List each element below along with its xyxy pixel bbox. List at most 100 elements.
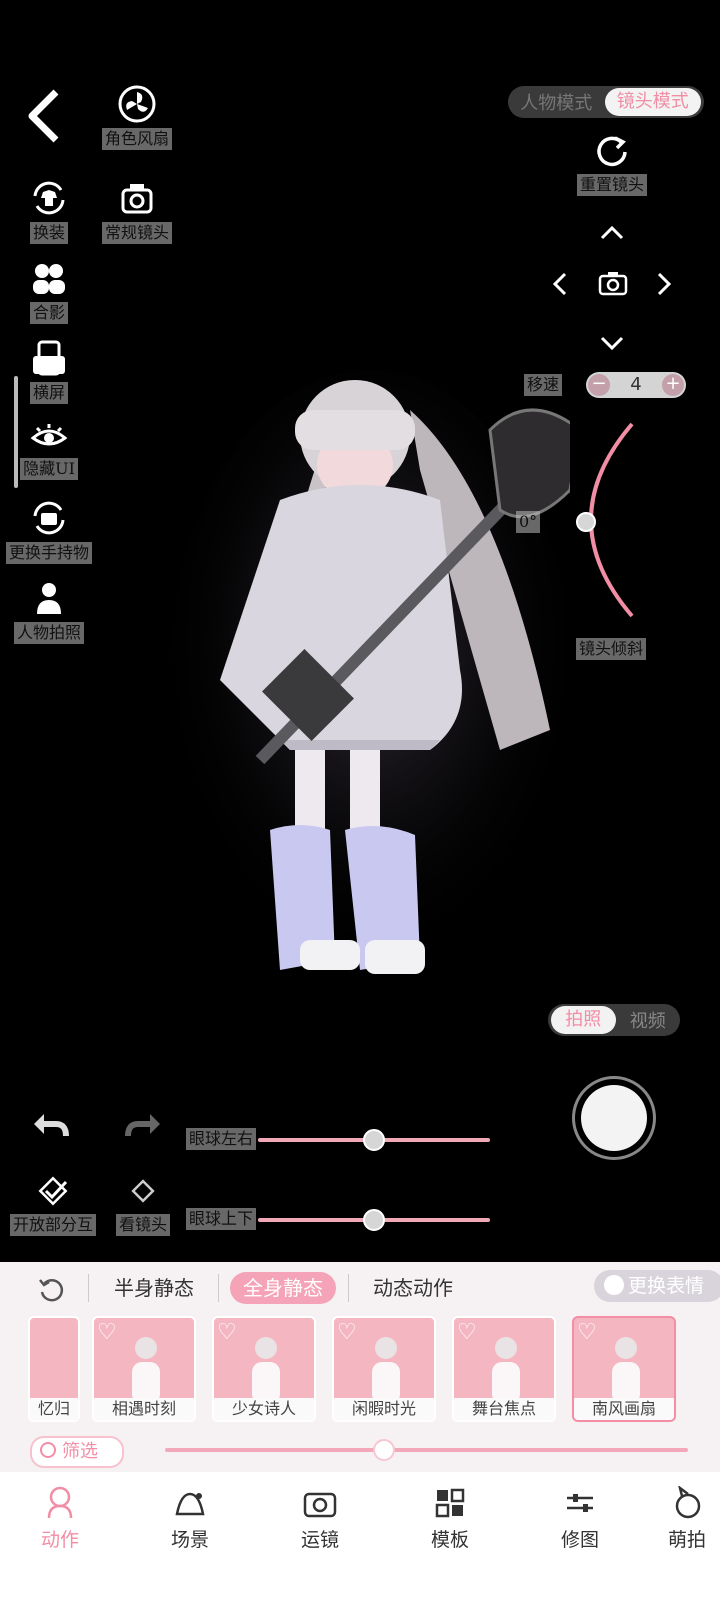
change-expression-label: 更换表情 (628, 1275, 705, 1297)
mode-camera-option[interactable]: 镜头模式 (604, 88, 701, 116)
pose-thumbnail (132, 1337, 160, 1404)
speed-increase-button[interactable]: + (662, 374, 684, 396)
chevron-left-icon (552, 272, 567, 296)
group-photo-icon (4, 258, 94, 298)
nav-template-label: 模板 (430, 1529, 469, 1551)
heart-icon[interactable]: ♡ (577, 1320, 597, 1345)
chevron-down-icon (600, 336, 624, 351)
filter-button[interactable]: 筛选 (30, 1436, 124, 1468)
group-photo-button[interactable]: 合影 (4, 258, 94, 324)
tilt-knob[interactable] (576, 512, 596, 532)
pose-list-scroll-knob[interactable] (373, 1439, 395, 1461)
nav-scene[interactable]: 场景 (150, 1486, 230, 1552)
camera-small-icon (598, 272, 628, 296)
landscape-label: 横屏 (29, 382, 68, 404)
outfit-label: 换装 (29, 222, 68, 244)
capture-mode-switch[interactable]: 拍照 视频 (548, 1004, 680, 1036)
undo-icon (34, 1114, 69, 1137)
look-camera-label: 看镜头 (115, 1214, 170, 1236)
undo-button[interactable] (30, 1110, 70, 1146)
normal-camera-label: 常规镜头 (101, 222, 172, 244)
nav-adjust[interactable]: 修图 (540, 1486, 620, 1552)
person-photo-label: 人物拍照 (13, 622, 84, 644)
tilt-value: 0° (516, 511, 541, 533)
eye-lr-label: 眼球左右 (186, 1128, 257, 1150)
pose-thumbnail (372, 1337, 400, 1404)
normal-camera-button[interactable]: 常规镜头 (92, 178, 182, 244)
open-interact-toggle[interactable]: 开放部分互 (8, 1176, 98, 1236)
pose-icon (47, 1486, 73, 1519)
change-expression-button[interactable]: 更换表情 (594, 1270, 720, 1302)
eye-lr-knob[interactable] (363, 1129, 385, 1151)
nav-camera-move[interactable]: 运镜 (280, 1486, 360, 1552)
camera-down-button[interactable] (600, 330, 624, 360)
hide-ui-label: 隐藏UI (20, 458, 78, 480)
pose-card[interactable]: ♡ 少女诗人 (212, 1316, 316, 1422)
mode-character-option[interactable]: 人物模式 (508, 89, 605, 115)
pose-tabs: 半身静态 全身静态 动态动作 更换表情 (0, 1262, 720, 1314)
pose-card[interactable]: ♡ 闲暇时光 (332, 1316, 436, 1422)
nav-adjust-label: 修图 (560, 1529, 599, 1551)
back-button[interactable] (22, 88, 72, 144)
template-icon (435, 1488, 465, 1518)
check-diamond-icon (8, 1176, 98, 1210)
pose-card-name: 舞台焦点 (454, 1398, 554, 1420)
chevron-right-icon (657, 272, 672, 296)
nav-cute[interactable]: 萌拍 (668, 1486, 720, 1552)
pose-card[interactable]: 忆归 (28, 1316, 80, 1422)
video-option[interactable]: 视频 (616, 1007, 681, 1033)
outfit-button[interactable]: 换装 (4, 178, 94, 244)
camera-center-button[interactable] (598, 270, 628, 300)
camera-icon (92, 178, 182, 218)
tab-dynamic[interactable]: 动态动作 (358, 1272, 468, 1304)
pose-card[interactable]: ♡ 舞台焦点 (452, 1316, 556, 1422)
adjust-icon (567, 1494, 593, 1512)
diamond-icon (98, 1176, 188, 1210)
nav-template[interactable]: 模板 (410, 1486, 490, 1552)
camera-left-button[interactable] (550, 272, 568, 303)
heart-icon[interactable]: ♡ (217, 1320, 237, 1345)
character-fan-label: 角色风扇 (101, 128, 172, 150)
speed-stepper[interactable]: − 4 + (586, 372, 686, 398)
scene-icon (175, 1492, 205, 1516)
pose-thumbnail (612, 1337, 640, 1404)
heart-icon[interactable]: ♡ (457, 1320, 477, 1345)
redo-button[interactable] (124, 1110, 164, 1146)
nav-pose[interactable]: 动作 (20, 1486, 100, 1552)
tab-full-body[interactable]: 全身静态 (230, 1272, 336, 1304)
outfit-swap-icon (4, 178, 94, 218)
pose-card-name: 闲暇时光 (334, 1398, 434, 1420)
character-model[interactable] (170, 370, 582, 1010)
pose-card[interactable]: ♡ 相遇时刻 (92, 1316, 196, 1422)
rotate-screen-icon (4, 338, 94, 378)
nav-camera-move-label: 运镜 (300, 1529, 339, 1551)
filter-label: 筛选 (62, 1441, 98, 1462)
camera-right-button[interactable] (656, 272, 674, 303)
bottom-nav: 动作 场景 运镜 模板 修图 萌拍 (0, 1472, 720, 1600)
camera-up-button[interactable] (600, 218, 624, 248)
look-camera-toggle[interactable]: 看镜头 (98, 1176, 188, 1236)
reset-camera-button[interactable]: 重置镜头 (568, 132, 656, 196)
reset-icon (568, 132, 656, 170)
search-icon (40, 1442, 56, 1458)
pose-card-selected[interactable]: ♡ 南风画扇 (572, 1316, 676, 1422)
person-icon (4, 578, 94, 618)
character-fan-button[interactable]: 角色风扇 (92, 84, 182, 150)
tab-half-body[interactable]: 半身静态 (100, 1272, 208, 1304)
mode-switch[interactable]: 人物模式 镜头模式 (508, 86, 704, 118)
refresh-button[interactable] (36, 1274, 66, 1308)
left-scrollbar[interactable] (14, 376, 18, 488)
pose-card-name: 南风画扇 (574, 1398, 674, 1420)
photo-option[interactable]: 拍照 (551, 1006, 616, 1034)
pose-list-scroll-track[interactable] (165, 1448, 688, 1452)
change-held-item-label: 更换手持物 (5, 542, 92, 564)
heart-icon[interactable]: ♡ (337, 1320, 357, 1345)
eye-ud-knob[interactable] (363, 1209, 385, 1231)
reset-camera-label: 重置镜头 (576, 174, 647, 196)
refresh-icon (39, 1279, 64, 1302)
person-photo-button[interactable]: 人物拍照 (4, 578, 94, 644)
heart-icon[interactable]: ♡ (97, 1320, 117, 1345)
shutter-button[interactable] (572, 1076, 656, 1160)
change-held-item-button[interactable]: 更换手持物 (4, 498, 94, 564)
pose-thumbnail (252, 1337, 280, 1404)
